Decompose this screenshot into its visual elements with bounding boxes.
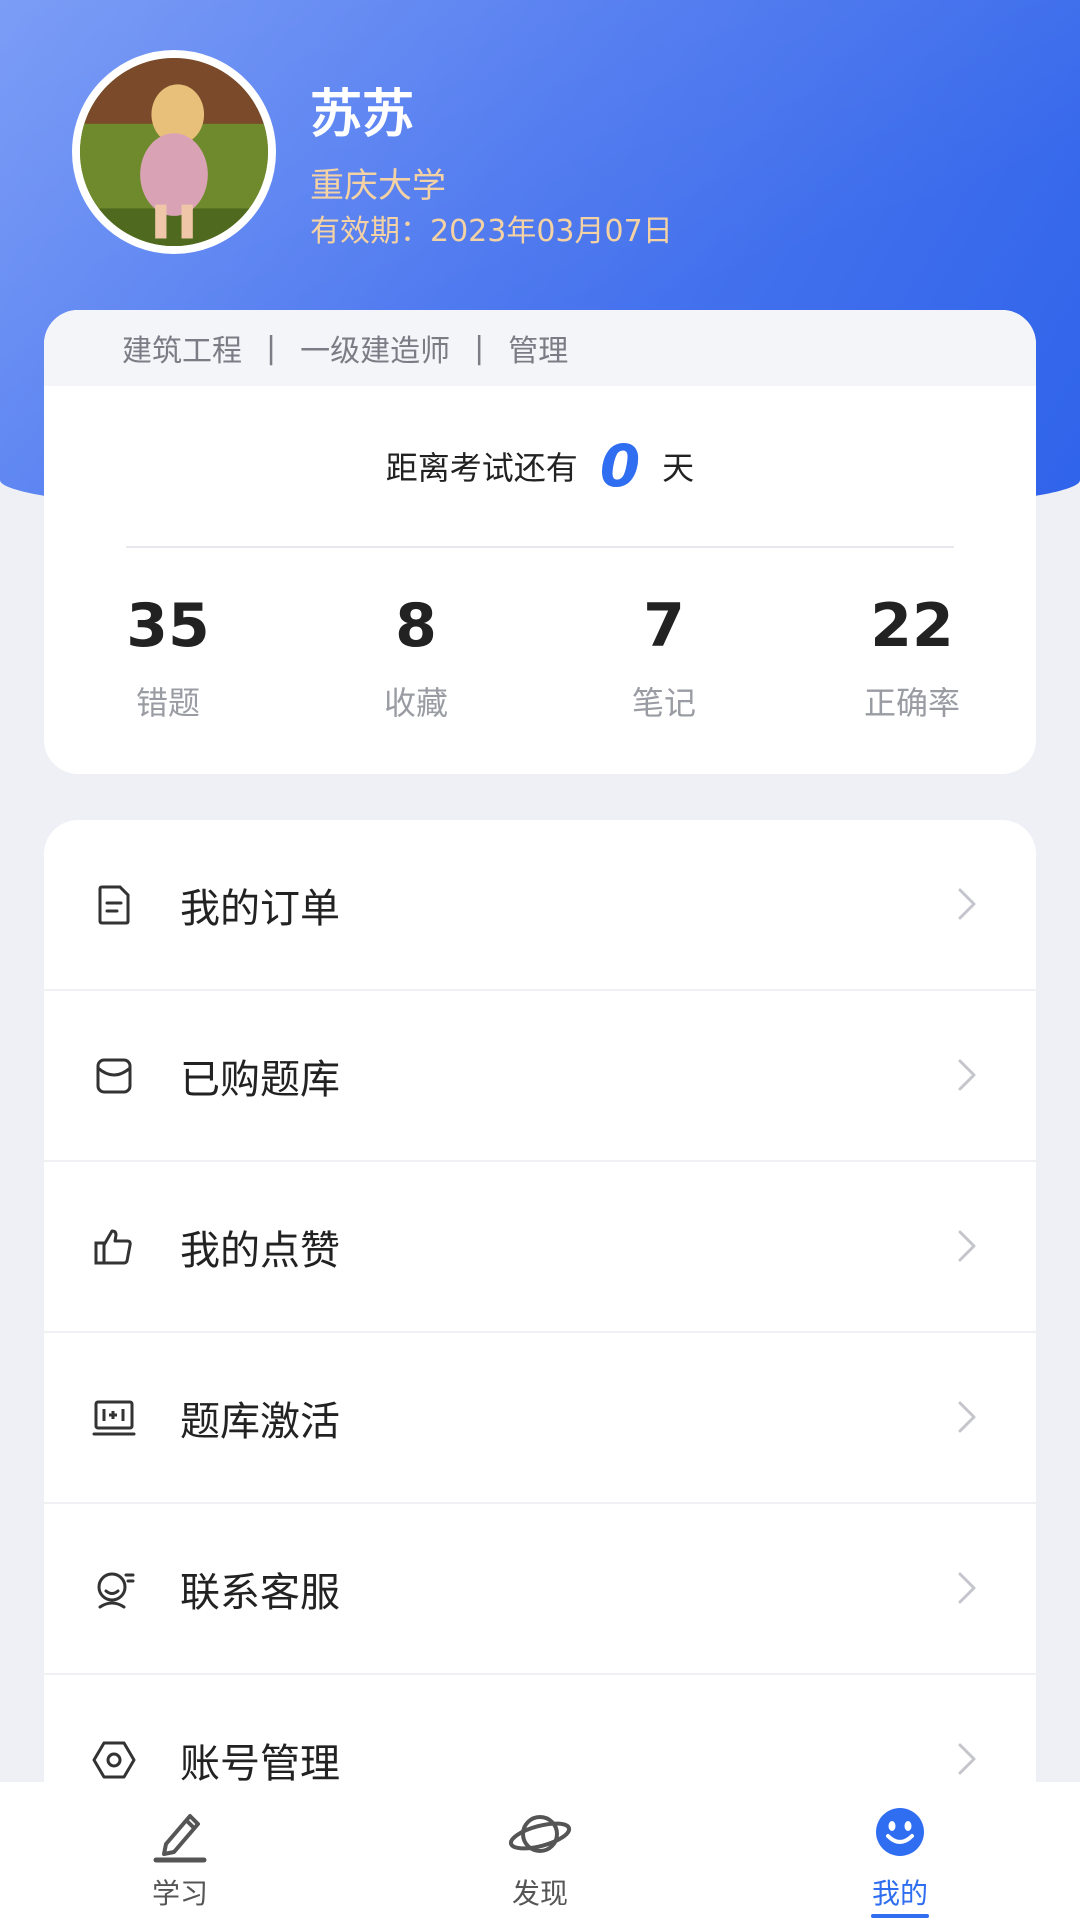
tag-category: 建筑工程 [122, 334, 242, 369]
tab-mine[interactable]: 我的 [720, 1782, 1080, 1920]
thumbs-up-icon [94, 1229, 132, 1264]
planet-icon [508, 1815, 572, 1853]
order-icon [98, 885, 130, 924]
active-tab-indicator [871, 1914, 929, 1918]
stat-label: 收藏 [383, 684, 448, 722]
bottom-tab-bar: 学习 发现 我的 [0, 1782, 1080, 1920]
stat-label: 笔记 [631, 684, 696, 722]
avatar-photo [80, 58, 268, 246]
stat-favorites[interactable]: 8 收藏 [292, 548, 540, 772]
customer-service-icon [97, 1572, 135, 1608]
stat-wrong-questions[interactable]: 35 错题 [44, 548, 292, 772]
exam-tags-bar[interactable]: 建筑工程 | 一级建造师 | 管理 [44, 310, 1036, 386]
menu-item-purchased-banks[interactable]: 已购题库 [44, 991, 1036, 1162]
menu-item-label: 联系客服 [180, 1569, 340, 1616]
tag-subject: 管理 [508, 334, 569, 369]
exam-stats-card: 建筑工程 | 一级建造师 | 管理 距离考试还有 0 天 35 错题 8 收藏 … [44, 310, 1036, 774]
stat-accuracy[interactable]: 22 正确率 [788, 548, 1036, 772]
stats-row: 35 错题 8 收藏 7 笔记 22 正确率 [44, 548, 1036, 772]
chevron-right-icon [958, 1572, 976, 1604]
stat-value: 7 [643, 591, 685, 661]
menu-item-label: 我的点赞 [180, 1227, 340, 1274]
stat-value: 35 [126, 591, 210, 661]
countdown-days: 0 [599, 432, 641, 500]
menu-item-label: 账号管理 [180, 1740, 340, 1787]
stat-value: 22 [870, 591, 954, 661]
menu-item-likes[interactable]: 我的点赞 [44, 1162, 1036, 1333]
exam-countdown: 距离考试还有 0 天 [44, 386, 1036, 546]
organization-name: 重庆大学 [310, 166, 446, 206]
tag-separator: | [266, 330, 277, 366]
menu-item-activate-bank[interactable]: 题库激活 [44, 1333, 1036, 1504]
chevron-right-icon [958, 1401, 976, 1433]
menu-list: 我的订单 已购题库 我的点赞 题库激活 联系客服 账号管理 [44, 820, 1036, 1920]
tab-study[interactable]: 学习 [0, 1782, 360, 1920]
menu-item-label: 已购题库 [180, 1056, 340, 1103]
chevron-right-icon [958, 1230, 976, 1262]
tab-label: 学习 [151, 1877, 208, 1910]
pencil-icon [153, 1814, 207, 1863]
tab-label: 发现 [511, 1877, 568, 1910]
menu-item-label: 我的订单 [180, 885, 340, 932]
menu-item-orders[interactable]: 我的订单 [44, 820, 1036, 991]
tag-qualification: 一级建造师 [300, 334, 451, 369]
bag-icon [96, 1058, 132, 1093]
settings-icon [92, 1741, 136, 1778]
tab-label: 我的 [871, 1877, 928, 1910]
chevron-right-icon [958, 1743, 976, 1775]
countdown-prefix: 距离考试还有 [385, 449, 578, 487]
stat-value: 8 [395, 591, 437, 661]
menu-item-customer-service[interactable]: 联系客服 [44, 1504, 1036, 1675]
chevron-right-icon [958, 888, 976, 920]
countdown-suffix: 天 [662, 449, 695, 487]
avatar[interactable] [72, 50, 276, 254]
stat-notes[interactable]: 7 笔记 [540, 548, 788, 772]
tag-separator: | [474, 330, 485, 366]
stat-label: 正确率 [863, 684, 960, 722]
user-name: 苏苏 [310, 85, 415, 145]
stat-label: 错题 [135, 684, 200, 722]
activate-icon [92, 1400, 136, 1435]
expiry-date: 有效期：2023年03月07日 [310, 214, 673, 249]
smiley-icon [876, 1808, 924, 1856]
tab-discover[interactable]: 发现 [360, 1782, 720, 1920]
chevron-right-icon [958, 1059, 976, 1091]
menu-item-label: 题库激活 [180, 1398, 340, 1445]
